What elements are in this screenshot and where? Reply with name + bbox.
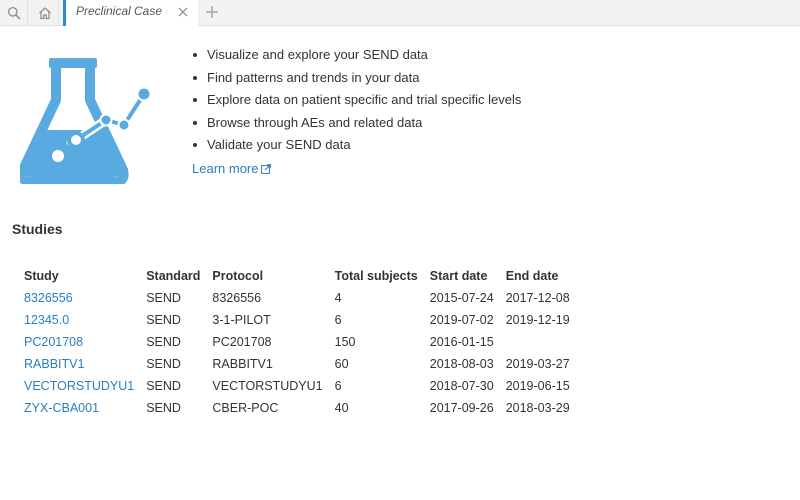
standard-cell: SEND <box>146 313 181 327</box>
tab-label: Preclinical Case <box>76 4 163 18</box>
protocol-cell: VECTORSTUDYU1 <box>212 379 323 393</box>
standard-cell: SEND <box>146 357 181 371</box>
standard-cell: SEND <box>146 401 181 415</box>
learn-more-label: Learn more <box>192 161 259 176</box>
study-link[interactable]: 12345.0 <box>18 309 140 331</box>
table-header-row: Study Standard Protocol Total subjects S… <box>18 265 576 287</box>
protocol-cell: 8326556 <box>212 291 262 305</box>
standard-cell: SEND <box>146 291 181 305</box>
study-link[interactable]: 8326556 <box>18 287 140 309</box>
flask-chart-icon <box>20 58 152 184</box>
column-header-standard[interactable]: Standard <box>140 265 206 287</box>
study-link[interactable]: VECTORSTUDYU1 <box>18 375 140 397</box>
protocol-cell: PC201708 <box>212 335 272 349</box>
close-icon[interactable] <box>176 5 190 19</box>
feature-item: Validate your SEND data <box>192 134 521 157</box>
protocol-cell: 3-1-PILOT <box>212 313 271 327</box>
feature-item: Visualize and explore your SEND data <box>192 44 521 67</box>
study-link[interactable]: RABBITV1 <box>18 353 140 375</box>
total-subjects-cell: 150 <box>334 335 356 349</box>
column-header-study[interactable]: Study <box>18 265 140 287</box>
table-row: RABBITV1 SEND RABBITV1 60 2018-08-03 201… <box>18 353 576 375</box>
search-button[interactable] <box>0 0 28 25</box>
end-date-cell: 2018-03-29 <box>505 401 570 415</box>
studies-title: Studies <box>12 221 63 237</box>
start-date-cell: 2018-08-03 <box>429 357 494 371</box>
total-subjects-cell: 60 <box>334 357 349 371</box>
learn-more-link[interactable]: Learn more <box>192 161 272 176</box>
table-row: VECTORSTUDYU1 SEND VECTORSTUDYU1 6 2018-… <box>18 375 576 397</box>
total-subjects-cell: 6 <box>334 313 342 327</box>
search-icon <box>7 6 20 19</box>
end-date-cell: 2017-12-08 <box>505 291 570 305</box>
tab-bar: Preclinical Case <box>0 0 800 26</box>
end-date-cell: 2019-03-27 <box>505 357 570 371</box>
start-date-cell: 2016-01-15 <box>429 335 494 349</box>
plus-icon[interactable] <box>202 2 222 22</box>
feature-item: Browse through AEs and related data <box>192 112 521 135</box>
column-header-start-date[interactable]: Start date <box>424 265 500 287</box>
study-link[interactable]: PC201708 <box>18 331 140 353</box>
protocol-cell: CBER-POC <box>212 401 279 415</box>
table-row: 12345.0 SEND 3-1-PILOT 6 2019-07-02 2019… <box>18 309 576 331</box>
end-date-cell: 2019-12-19 <box>505 313 570 327</box>
standard-cell: SEND <box>146 379 181 393</box>
column-header-protocol[interactable]: Protocol <box>206 265 328 287</box>
external-link-icon <box>261 163 272 174</box>
start-date-cell: 2019-07-02 <box>429 313 494 327</box>
table-row: ZYX-CBA001 SEND CBER-POC 40 2017-09-26 2… <box>18 397 576 419</box>
total-subjects-cell: 4 <box>334 291 342 305</box>
total-subjects-cell: 6 <box>334 379 342 393</box>
protocol-cell: RABBITV1 <box>212 357 273 371</box>
table-row: 8326556 SEND 8326556 4 2015-07-24 2017-1… <box>18 287 576 309</box>
start-date-cell: 2015-07-24 <box>429 291 494 305</box>
end-date-cell <box>500 331 576 353</box>
tab-preclinical-case[interactable]: Preclinical Case <box>63 0 198 26</box>
feature-item: Explore data on patient specific and tri… <box>192 89 521 112</box>
start-date-cell: 2018-07-30 <box>429 379 494 393</box>
home-button[interactable] <box>31 0 59 25</box>
standard-cell: SEND <box>146 335 181 349</box>
column-header-end-date[interactable]: End date <box>500 265 576 287</box>
start-date-cell: 2017-09-26 <box>429 401 494 415</box>
total-subjects-cell: 40 <box>334 401 349 415</box>
table-row: PC201708 SEND PC201708 150 2016-01-15 <box>18 331 576 353</box>
column-header-total-subjects[interactable]: Total subjects <box>329 265 424 287</box>
feature-list: Visualize and explore your SEND data Fin… <box>192 44 521 157</box>
end-date-cell: 2019-06-15 <box>505 379 570 393</box>
study-link[interactable]: ZYX-CBA001 <box>18 397 140 419</box>
feature-item: Find patterns and trends in your data <box>192 67 521 90</box>
studies-table: Study Standard Protocol Total subjects S… <box>18 265 576 419</box>
home-icon <box>38 6 51 19</box>
